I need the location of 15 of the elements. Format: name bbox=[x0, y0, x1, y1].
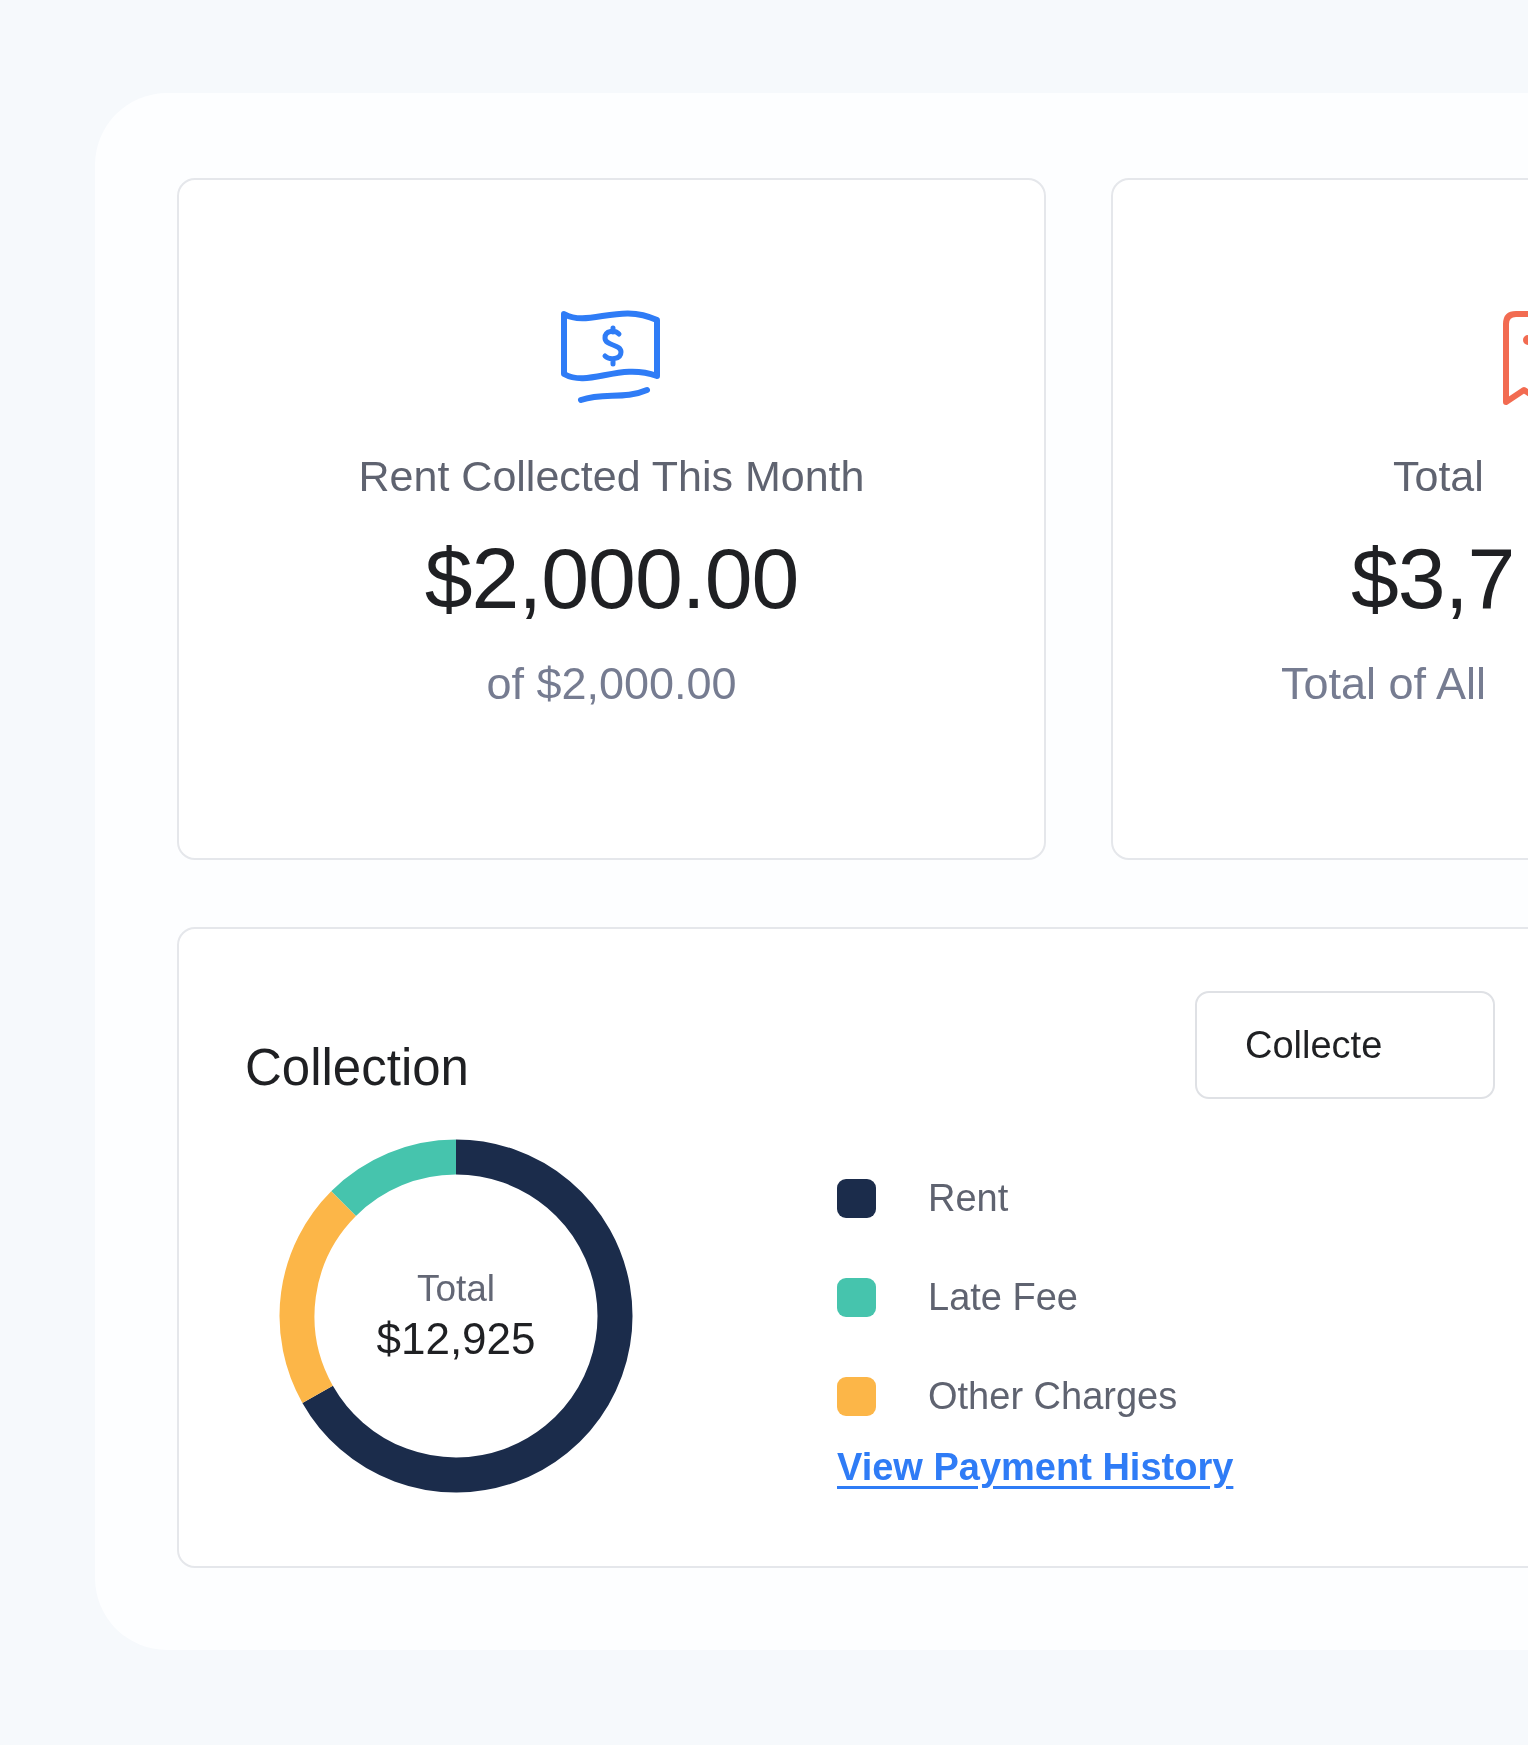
donut-label: Total bbox=[416, 1268, 496, 1310]
card-amount: $2,000.00 bbox=[424, 529, 799, 628]
donut-total: $12,925 bbox=[376, 1314, 536, 1364]
card-title: Total bbox=[1393, 452, 1484, 501]
card-subtitle: of $2,000.00 bbox=[486, 658, 737, 710]
legend-label: Other Charges bbox=[928, 1375, 1178, 1418]
collection-title: Collection bbox=[245, 1038, 469, 1097]
payment-history-link[interactable]: View Payment History bbox=[837, 1446, 1234, 1489]
legend-label: Late Fee bbox=[928, 1276, 1078, 1319]
receipt-icon bbox=[1502, 310, 1528, 406]
card-title: Rent Collected This Month bbox=[358, 452, 865, 501]
filter-button[interactable]: Collecte bbox=[1195, 991, 1495, 1099]
card-amount: $3,7 bbox=[1351, 529, 1515, 628]
legend-label: Rent bbox=[928, 1177, 1009, 1220]
card-subtitle: Total of All bbox=[1281, 658, 1487, 710]
